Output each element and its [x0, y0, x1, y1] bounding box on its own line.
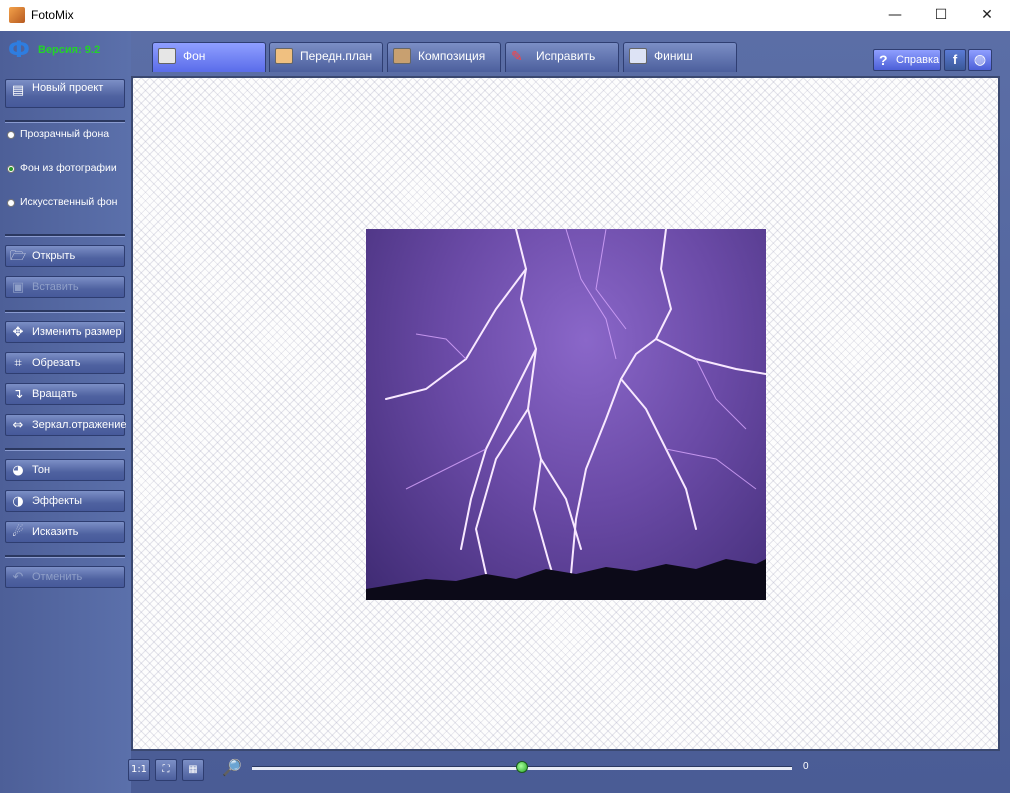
resize-label: Изменить размер — [32, 326, 122, 338]
crop-button[interactable]: ⌗ Обрезать — [5, 352, 125, 374]
facebook-button[interactable]: f — [944, 49, 966, 71]
tab-label: Композиция — [418, 49, 486, 63]
bottom-toolbar: 1:1 ⛶ ▦ 🔎 0 — [128, 753, 1010, 793]
question-icon: ? — [879, 52, 888, 68]
actual-size-button[interactable]: 1:1 — [128, 759, 150, 781]
magnifier-icon: 🔎 — [222, 758, 242, 777]
minimize-button[interactable]: — — [872, 0, 918, 31]
help-button[interactable]: ? Справка — [873, 49, 941, 71]
radio-dot — [7, 131, 15, 139]
distort-button[interactable]: ☄ Исказить — [5, 521, 125, 543]
separator — [5, 448, 125, 451]
title-bar: FotoMix — ☐ ✕ — [0, 0, 1010, 32]
composition-tab-icon — [393, 48, 411, 64]
tab-background[interactable]: Фон — [152, 42, 266, 72]
radio-label: Прозрачный фона — [20, 128, 110, 140]
tab-finish[interactable]: Финиш — [623, 42, 737, 72]
rotate-button[interactable]: ↴ Вращать — [5, 383, 125, 405]
open-button[interactable]: 🗁 Открыть — [5, 245, 125, 267]
rotate-label: Вращать — [32, 388, 78, 400]
grid-toggle-button[interactable]: ▦ — [182, 759, 204, 781]
separator — [5, 120, 125, 123]
zoom-slider-thumb[interactable] — [516, 761, 528, 773]
paste-label: Вставить — [32, 281, 79, 293]
maximize-button[interactable]: ☐ — [918, 0, 964, 31]
effects-button[interactable]: ◑ Эффекты — [5, 490, 125, 512]
radio-label: Искусственный фон — [20, 196, 118, 208]
facebook-icon: f — [952, 52, 958, 67]
tab-fix[interactable]: ✎ Исправить — [505, 42, 619, 72]
background-photo[interactable] — [366, 229, 766, 600]
mirror-arrows-icon: ⇔ — [12, 418, 24, 433]
image-canvas[interactable] — [131, 76, 1000, 751]
globe-icon: ◍ — [973, 52, 987, 68]
new-project-label: Новый проект — [32, 82, 104, 94]
distort-label: Исказить — [32, 526, 79, 538]
web-button[interactable]: ◍ — [968, 49, 992, 71]
tab-foreground[interactable]: Передн.план — [269, 42, 383, 72]
tab-label: Передн.план — [300, 49, 373, 63]
rotate-arrow-icon: ↴ — [12, 387, 24, 402]
mirror-button[interactable]: ⇔ Зеркал.отражение — [5, 414, 127, 436]
move-arrows-icon: ✥ — [12, 325, 24, 340]
app-frame: Ф Версия: 9.2 ▤ Новый проект Прозрачный … — [0, 31, 1010, 793]
undo-arrow-icon: ↶ — [12, 570, 24, 585]
tab-composition[interactable]: Композиция — [387, 42, 501, 72]
paste-icon: ▣ — [11, 280, 25, 295]
zoom-value: 0 — [803, 761, 809, 772]
paste-button[interactable]: ▣ Вставить — [5, 276, 125, 298]
effects-wheel-icon: ◑ — [12, 494, 24, 509]
effects-label: Эффекты — [32, 495, 83, 507]
version-label: Версия: 9.2 — [38, 44, 101, 56]
open-label: Открыть — [32, 250, 76, 262]
background-tab-icon — [158, 48, 176, 64]
left-panel: Ф Версия: 9.2 ▤ Новый проект Прозрачный … — [0, 31, 131, 793]
separator — [5, 310, 125, 313]
separator — [5, 555, 125, 558]
radio-dot-selected — [7, 165, 15, 173]
tab-label: Фон — [183, 49, 206, 63]
crop-icon: ⌗ — [14, 356, 22, 371]
finish-tab-icon — [629, 48, 647, 64]
brush-icon: ✎ — [511, 48, 523, 64]
mirror-label: Зеркал.отражение — [32, 419, 127, 431]
window-title: FotoMix — [31, 8, 74, 22]
tone-label: Тон — [32, 464, 51, 476]
tab-label: Финиш — [654, 49, 693, 63]
radio-dot — [7, 199, 15, 207]
separator — [5, 234, 125, 237]
distort-icon: ☄ — [12, 525, 24, 540]
fit-window-button[interactable]: ⛶ — [155, 759, 177, 781]
close-button[interactable]: ✕ — [964, 0, 1010, 31]
color-wheel-icon: ◕ — [12, 463, 24, 478]
folder-icon: 🗁 — [10, 249, 27, 264]
foreground-tab-icon — [275, 48, 293, 64]
undo-button[interactable]: ↶ Отменить — [5, 566, 125, 588]
radio-label: Фон из фотографии — [20, 162, 117, 174]
fotomix-logo-icon: Ф — [8, 38, 30, 63]
new-project-icon: ▤ — [11, 83, 25, 98]
help-label: Справка — [896, 54, 940, 66]
tone-button[interactable]: ◕ Тон — [5, 459, 125, 481]
resize-button[interactable]: ✥ Изменить размер — [5, 321, 125, 343]
new-project-button[interactable]: ▤ Новый проект — [5, 79, 125, 108]
undo-label: Отменить — [32, 571, 83, 583]
tab-label: Исправить — [536, 49, 596, 63]
app-icon — [9, 7, 25, 23]
crop-label: Обрезать — [32, 357, 81, 369]
lightning-image — [366, 229, 766, 600]
